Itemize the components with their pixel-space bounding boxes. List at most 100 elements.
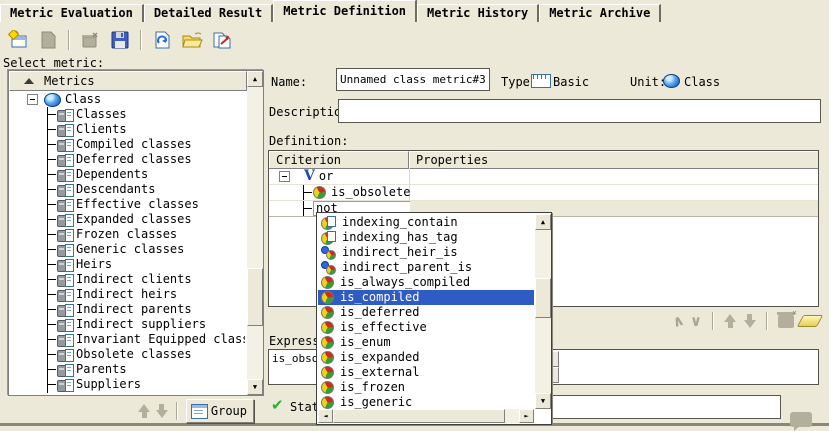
metric-icon xyxy=(57,169,74,181)
metric-tree: Class Classes Clients Compiled classes D… xyxy=(9,89,245,393)
dropdown-horizontal-scrollbar[interactable]: ◄ ► xyxy=(318,409,534,423)
and-criterion-button[interactable]: ∧ xyxy=(669,311,686,332)
tree-item[interactable]: Parents xyxy=(9,362,245,377)
scroll-left-button[interactable]: ◄ xyxy=(318,409,333,423)
tree-item[interactable]: Indirect clients xyxy=(9,272,245,287)
metric-icon xyxy=(57,289,74,301)
comment-balloon-button[interactable] xyxy=(790,412,812,427)
tree-scrollbar[interactable]: ▲ ▼ xyxy=(247,71,263,395)
tree-item[interactable]: Expanded classes xyxy=(9,212,245,227)
new-metric-button[interactable] xyxy=(6,29,30,51)
tree-item[interactable]: Compiled classes xyxy=(9,137,245,152)
scrollbar-thumb[interactable] xyxy=(535,278,551,318)
dropdown-item[interactable]: is_expanded xyxy=(318,350,534,365)
tree-item[interactable]: Classes xyxy=(9,107,245,122)
scroll-down-button[interactable]: ▼ xyxy=(535,393,551,409)
tab-metric-definition[interactable]: Metric Definition xyxy=(273,0,417,22)
criterion-icon xyxy=(313,186,326,199)
properties-column-header[interactable]: Properties xyxy=(409,151,818,168)
dropdown-item[interactable]: is_effective xyxy=(318,320,534,335)
metric-list-panel: Metrics Class Classes Clients Compiled c… xyxy=(8,70,264,396)
metric-name-input[interactable] xyxy=(336,68,490,91)
unit-label: Unit: xyxy=(630,75,666,89)
scroll-up-button[interactable]: ▲ xyxy=(535,214,551,230)
dropdown-item[interactable]: is_generic xyxy=(318,395,534,409)
scroll-right-button[interactable]: ► xyxy=(519,409,534,423)
tree-item[interactable]: Indirect heirs xyxy=(9,287,245,302)
collapse-icon[interactable] xyxy=(27,94,38,105)
criterion-text-icon xyxy=(321,231,336,245)
tab-metric-history[interactable]: Metric History xyxy=(417,4,539,22)
delete-criterion-button[interactable] xyxy=(778,315,794,328)
tree-item[interactable]: Descendants xyxy=(9,182,245,197)
tree-item[interactable]: Obsolete classes xyxy=(9,347,245,362)
tree-item-clipped[interactable]: Uncompiled classes xyxy=(9,392,245,393)
tree-item[interactable]: Invariant Equipped classes xyxy=(9,332,245,347)
move-down-button[interactable] xyxy=(155,404,168,418)
reload-metrics-icon xyxy=(152,30,172,50)
metric-icon xyxy=(57,124,74,136)
metric-icon xyxy=(57,199,74,211)
metric-icon xyxy=(57,274,74,286)
move-up-button[interactable] xyxy=(138,404,151,418)
criterion-row-or[interactable]: V or xyxy=(269,169,818,185)
tree-item-class-unit[interactable]: Class xyxy=(9,92,245,107)
criterion-icon xyxy=(321,396,334,409)
metric-icon xyxy=(57,229,74,241)
dropdown-item-selected[interactable]: is_compiled xyxy=(318,290,534,305)
scroll-up-button[interactable]: ▲ xyxy=(247,71,263,87)
clear-criterion-button[interactable] xyxy=(797,315,823,327)
criterion-icon xyxy=(321,276,334,289)
metric-icon xyxy=(57,139,74,151)
criterion-icon xyxy=(321,321,334,334)
criterion-move-down-button[interactable] xyxy=(743,314,756,328)
collapse-icon[interactable] xyxy=(279,171,290,182)
dropdown-item[interactable]: is_enum xyxy=(318,335,534,350)
tree-item[interactable]: Dependents xyxy=(9,167,245,182)
dropdown-item[interactable]: indexing_has_tag xyxy=(318,230,534,245)
tree-item[interactable]: Suppliers xyxy=(9,377,245,392)
dropdown-vertical-scrollbar[interactable]: ▲ ▼ xyxy=(535,214,551,409)
dropdown-item[interactable]: is_external xyxy=(318,365,534,380)
description-input[interactable] xyxy=(338,99,821,123)
save-metric-button[interactable] xyxy=(108,29,132,51)
criterion-column-header[interactable]: Criterion xyxy=(269,151,409,168)
dropdown-item[interactable]: indexing_contain xyxy=(318,215,534,230)
tab-detailed-result[interactable]: Detailed Result xyxy=(144,4,273,22)
toolbar-separator xyxy=(68,30,70,50)
tree-item[interactable]: Heirs xyxy=(9,257,245,272)
dropdown-item[interactable]: indirect_heir_is xyxy=(318,245,534,260)
tab-metric-evaluation[interactable]: Metric Evaluation xyxy=(0,4,144,22)
delete-metric-icon xyxy=(80,30,100,50)
dropdown-item[interactable]: is_always_compiled xyxy=(318,275,534,290)
scroll-down-button[interactable]: ▼ xyxy=(247,379,263,395)
delete-metric-button[interactable] xyxy=(78,29,102,51)
metrics-column-header[interactable]: Metrics xyxy=(9,71,247,91)
dropdown-item[interactable]: is_frozen xyxy=(318,380,534,395)
tree-item[interactable]: Frozen classes xyxy=(9,227,245,242)
criterion-icon xyxy=(321,366,334,379)
open-metric-file-button[interactable] xyxy=(180,29,204,51)
tree-item[interactable]: Deferred classes xyxy=(9,152,245,167)
metric-list-footer: Group xyxy=(8,399,262,423)
tab-metric-archive[interactable]: Metric Archive xyxy=(539,4,661,22)
scrollbar-thumb[interactable] xyxy=(333,409,505,423)
tree-item[interactable]: Clients xyxy=(9,122,245,137)
criterion-icon xyxy=(321,306,334,319)
dropdown-item[interactable]: indirect_parent_is xyxy=(318,260,534,275)
export-metrics-button[interactable] xyxy=(210,29,234,51)
metric-icon xyxy=(57,244,74,256)
group-button[interactable]: Group xyxy=(186,399,254,423)
or-criterion-button[interactable]: ∨ xyxy=(690,312,702,330)
copy-metric-button[interactable] xyxy=(36,29,60,51)
metric-tool-window: Metric Evaluation Detailed Result Metric… xyxy=(0,0,829,426)
reload-metrics-button[interactable] xyxy=(150,29,174,51)
criterion-row-is-obsolete[interactable]: is_obsolete xyxy=(269,185,818,201)
dropdown-item[interactable]: is_deferred xyxy=(318,305,534,320)
tree-item[interactable]: Generic classes xyxy=(9,242,245,257)
criterion-move-up-button[interactable] xyxy=(724,314,737,328)
criterion-icon xyxy=(321,381,334,394)
criterion-dropdown: indexing_contain indexing_has_tag indire… xyxy=(316,212,552,425)
class-unit-icon xyxy=(44,93,61,107)
tree-item[interactable]: Effective classes xyxy=(9,197,245,212)
